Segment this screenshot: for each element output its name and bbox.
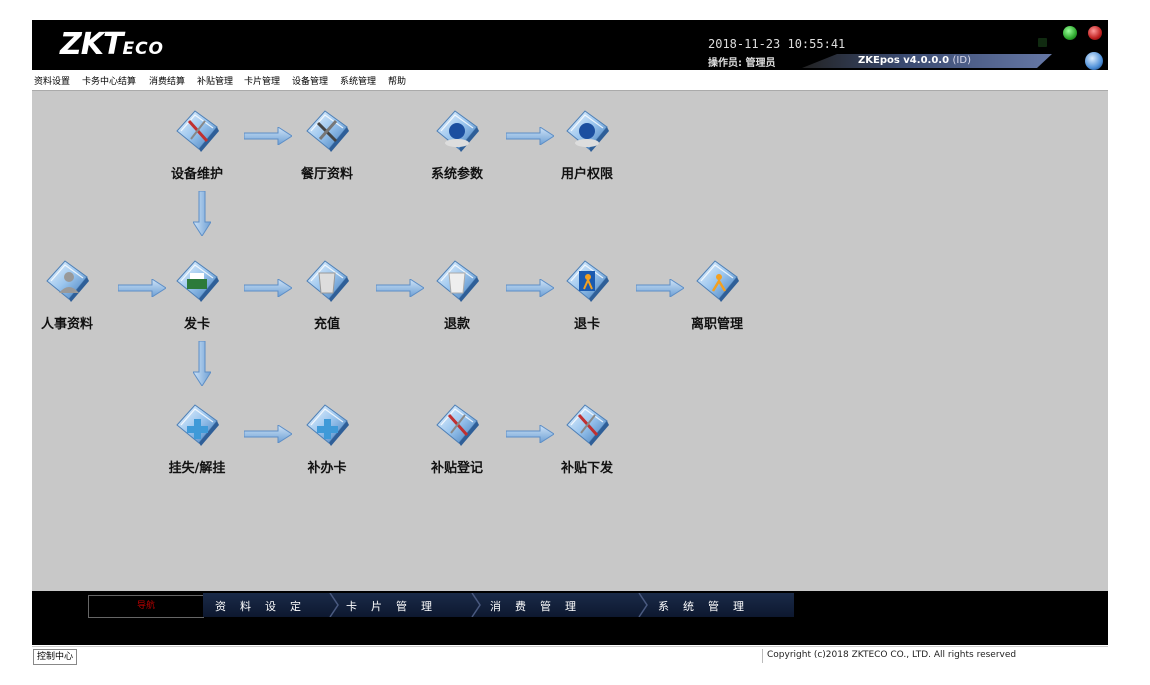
menu-item-cards[interactable]: 卡片管理 bbox=[244, 74, 280, 87]
tile-label: 离职管理 bbox=[690, 317, 743, 332]
tile-label: 餐厅资料 bbox=[300, 167, 353, 182]
chevron-right-icon bbox=[329, 593, 339, 617]
tile-system-params[interactable]: 系统参数 bbox=[412, 105, 502, 195]
nav-data-settings[interactable]: 资料设定 bbox=[215, 598, 315, 614]
tile-user-permissions[interactable]: 用户权限 bbox=[542, 105, 632, 195]
tile-label: 系统参数 bbox=[430, 167, 483, 182]
restaurant-info-icon bbox=[303, 109, 351, 153]
resignation-icon bbox=[693, 259, 741, 303]
tile-resignation[interactable]: 离职管理 bbox=[672, 255, 762, 345]
status-red-icon[interactable] bbox=[1088, 26, 1102, 40]
empty-bin-icon bbox=[433, 259, 481, 303]
arrow-down-icon bbox=[193, 341, 211, 386]
version-label: ZKEpos v4.0.0.0 (ID) bbox=[858, 55, 971, 66]
status-bar: 控制中心 Copyright (c)2018 ZKTECO CO., LTD. … bbox=[32, 646, 1108, 665]
tile-refund[interactable]: 退款 bbox=[412, 255, 502, 345]
tile-label: 补贴登记 bbox=[430, 461, 483, 476]
operator-label: 操作员: 管理员 bbox=[708, 58, 776, 69]
return-card-icon bbox=[563, 259, 611, 303]
status-green-icon[interactable] bbox=[1063, 26, 1077, 40]
tile-label: 人事资料 bbox=[40, 317, 93, 332]
chevron-right-icon bbox=[638, 593, 648, 617]
arrow-down-icon bbox=[193, 191, 211, 236]
subsidy-issue-icon bbox=[563, 403, 611, 447]
tile-personnel[interactable]: 人事资料 bbox=[22, 255, 112, 345]
menu-bar: 资料设置 卡务中心结算 消费结算 补贴管理 卡片管理 设备管理 系统管理 帮助 bbox=[32, 70, 1108, 91]
tile-label: 用户权限 bbox=[560, 167, 613, 182]
nav-card-management[interactable]: 卡片管理 bbox=[346, 598, 446, 614]
globe-icon[interactable] bbox=[1085, 52, 1103, 70]
subsidy-register-icon bbox=[433, 403, 481, 447]
system-params-icon bbox=[433, 109, 481, 153]
nav-guide-button[interactable]: 导航 bbox=[88, 595, 204, 618]
menu-item-data-settings[interactable]: 资料设置 bbox=[34, 74, 70, 87]
menu-item-help[interactable]: 帮助 bbox=[388, 74, 406, 87]
tile-issue-card[interactable]: 发卡 bbox=[152, 255, 242, 345]
tile-label: 补贴下发 bbox=[560, 461, 613, 476]
chevron-right-icon bbox=[471, 593, 481, 617]
tile-recharge[interactable]: 充值 bbox=[282, 255, 372, 345]
plus-card-icon bbox=[303, 403, 351, 447]
tile-device-maintenance[interactable]: 设备维护 bbox=[152, 105, 242, 195]
recycle-bin-icon bbox=[303, 259, 351, 303]
nav-consumption-management[interactable]: 消费管理 bbox=[490, 598, 590, 614]
printer-icon bbox=[173, 259, 221, 303]
tile-label: 挂失/解挂 bbox=[168, 461, 226, 476]
nav-system-management[interactable]: 系统管理 bbox=[658, 598, 758, 614]
tile-subsidy-issue[interactable]: 补贴下发 bbox=[542, 399, 632, 489]
tile-label: 发卡 bbox=[183, 317, 210, 332]
tile-label: 退卡 bbox=[573, 317, 600, 332]
menu-item-subsidy[interactable]: 补贴管理 bbox=[197, 74, 233, 87]
tile-return-card[interactable]: 退卡 bbox=[542, 255, 632, 345]
zkteco-logo: ZKTECO bbox=[60, 27, 165, 62]
app-header: ZKTECO 2018-11-23 10:55:41 操作员: 管理员 ZKEp… bbox=[32, 20, 1108, 70]
menu-item-devices[interactable]: 设备管理 bbox=[292, 74, 328, 87]
menu-item-card-center[interactable]: 卡务中心结算 bbox=[82, 74, 136, 87]
menu-item-system[interactable]: 系统管理 bbox=[340, 74, 376, 87]
tile-report-loss[interactable]: 挂失/解挂 bbox=[152, 399, 242, 489]
main-panel: 设备维护 餐厅资料 系统参数 用户权限 人事资料 发卡 充值 退款 退卡 离职管… bbox=[32, 91, 1108, 591]
tab-control-center[interactable]: 控制中心 bbox=[33, 649, 78, 665]
indicator-square bbox=[1038, 38, 1047, 47]
nav-strip: 资料设定 卡片管理 消费管理 系统管理 bbox=[203, 593, 794, 617]
menu-item-consumption[interactable]: 消费结算 bbox=[149, 74, 185, 87]
tile-subsidy-register[interactable]: 补贴登记 bbox=[412, 399, 502, 489]
tile-restaurant-info[interactable]: 餐厅资料 bbox=[282, 105, 372, 195]
tile-label: 补办卡 bbox=[307, 461, 347, 476]
tile-reissue-card[interactable]: 补办卡 bbox=[282, 399, 372, 489]
tile-label: 设备维护 bbox=[170, 167, 223, 182]
copyright-text: Copyright (c)2018 ZKTECO CO., LTD. All r… bbox=[767, 650, 1017, 660]
personnel-icon bbox=[43, 259, 91, 303]
tile-label: 退款 bbox=[443, 317, 470, 332]
plus-card-icon bbox=[173, 403, 221, 447]
device-maintenance-icon bbox=[173, 109, 221, 153]
user-permissions-icon bbox=[563, 109, 611, 153]
datetime-display: 2018-11-23 10:55:41 bbox=[708, 37, 846, 51]
tile-label: 充值 bbox=[313, 317, 340, 332]
bottom-nav-bar: 导航 资料设定 卡片管理 消费管理 系统管理 bbox=[32, 591, 1108, 645]
